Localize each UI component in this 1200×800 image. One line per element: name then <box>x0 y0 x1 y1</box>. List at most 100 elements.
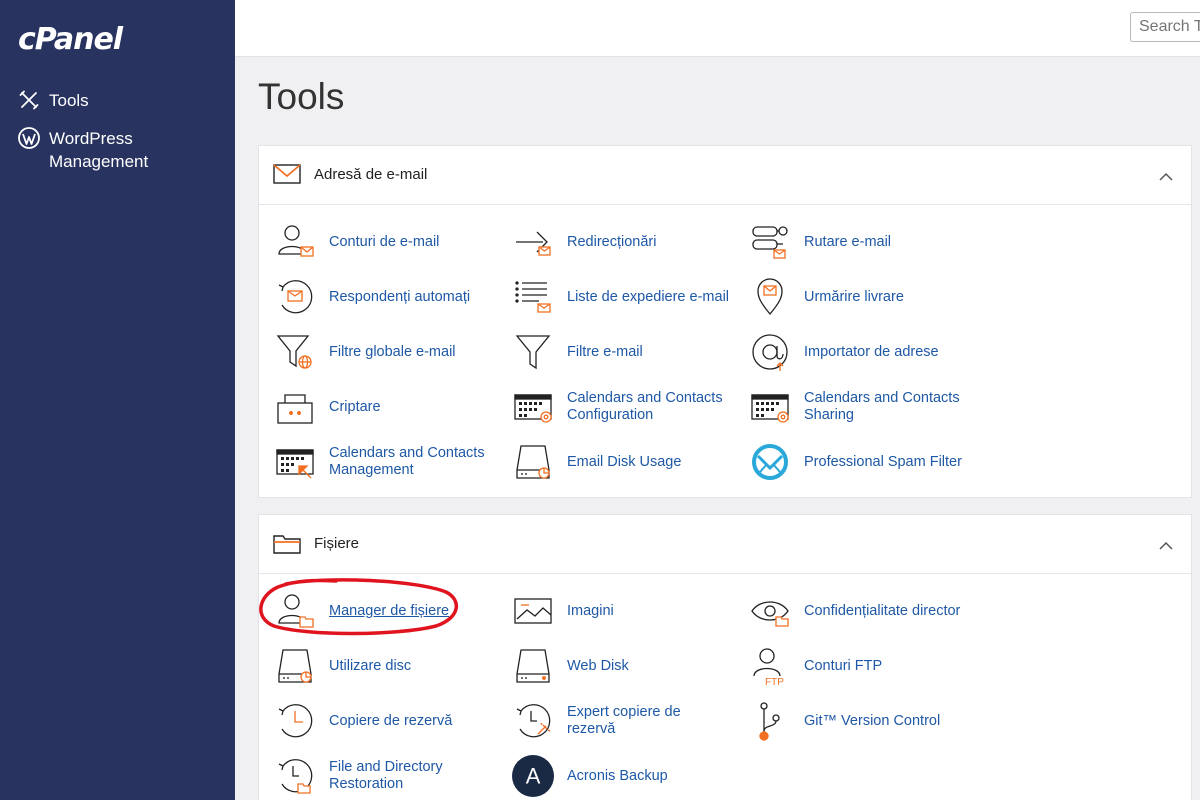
tools-icon <box>18 89 40 111</box>
email-disk-usage-icon <box>512 441 554 483</box>
tool-label: Urmărire livrare <box>804 288 904 305</box>
wordpress-icon <box>18 127 40 149</box>
tool-label: Filtre globale e-mail <box>329 343 456 360</box>
encryption-icon <box>274 386 316 428</box>
tool-autoresponders[interactable]: Respondenți automați <box>274 275 494 319</box>
mailing-lists-icon <box>512 276 554 318</box>
sidebar: cPanel Tools WordPress Management <box>0 0 235 800</box>
email-section: Adresă de e-mail Conturi de e-mail Redir… <box>258 145 1192 498</box>
autoresponders-icon <box>274 276 316 318</box>
sidebar-item-tools[interactable]: Tools <box>18 89 89 112</box>
ftp-icon-text: FTP <box>765 677 784 686</box>
tool-label: Calendars and Contacts Configuration <box>567 390 723 423</box>
chevron-up-icon[interactable] <box>1159 168 1173 186</box>
email-filters-icon <box>512 331 554 373</box>
tool-backup-wizard[interactable]: Expert copiere de rezervă <box>512 699 732 743</box>
sidebar-item-wordpress[interactable]: WordPress Management <box>18 127 218 173</box>
forwarders-icon <box>512 221 554 263</box>
envelope-icon <box>273 163 301 190</box>
sidebar-item-label: Tools <box>49 91 89 110</box>
calendar-config-icon <box>512 386 554 428</box>
tool-track-delivery[interactable]: Urmărire livrare <box>749 275 969 319</box>
tool-encryption[interactable]: Criptare <box>274 385 494 429</box>
tool-backup[interactable]: Copiere de rezervă <box>274 699 494 743</box>
tool-calendar-sharing[interactable]: Calendars and Contacts Sharing <box>749 385 969 429</box>
tool-label: Calendars and Contacts Sharing <box>804 390 960 423</box>
tool-label: Imagini <box>567 602 614 619</box>
calendar-sharing-icon <box>749 386 791 428</box>
web-disk-icon <box>512 645 554 687</box>
tool-mailing-lists[interactable]: Liste de expediere e-mail <box>512 275 732 319</box>
git-icon <box>749 700 791 742</box>
restoration-icon <box>274 755 316 797</box>
ftp-accounts-icon: FTP <box>749 645 791 687</box>
tool-disk-usage[interactable]: Utilizare disc <box>274 644 494 688</box>
images-icon <box>512 590 554 632</box>
tool-label: Utilizare disc <box>329 657 412 674</box>
tool-calendar-management[interactable]: Calendars and Contacts Management <box>274 440 494 484</box>
tool-directory-privacy[interactable]: Confidențialitate director <box>749 589 969 633</box>
top-bar <box>235 0 1200 57</box>
file-manager-icon <box>274 590 316 632</box>
tool-images[interactable]: Imagini <box>512 589 732 633</box>
email-routing-icon <box>749 221 791 263</box>
tool-file-manager[interactable]: Manager de fișiere <box>274 589 494 633</box>
email-section-header[interactable]: Adresă de e-mail <box>259 146 1191 205</box>
cpanel-logo[interactable]: cPanel <box>18 22 123 57</box>
tool-email-disk-usage[interactable]: Email Disk Usage <box>512 440 732 484</box>
tool-acronis-backup[interactable]: A Acronis Backup <box>512 754 732 798</box>
tool-label: Conturi de e-mail <box>329 233 440 250</box>
page-title: Tools <box>258 76 345 117</box>
tool-label: Professional Spam Filter <box>804 453 962 470</box>
tool-address-importer[interactable]: Importator de adrese <box>749 330 969 374</box>
tool-label: Email Disk Usage <box>567 453 682 470</box>
calendar-management-icon <box>274 441 316 483</box>
tool-email-filters[interactable]: Filtre e-mail <box>512 330 732 374</box>
global-filters-icon <box>274 331 316 373</box>
tool-label: Importator de adrese <box>804 343 939 360</box>
tool-label: Conturi FTP <box>804 657 883 674</box>
tool-label: Respondenți automați <box>329 288 471 305</box>
tool-label: Rutare e-mail <box>804 233 892 250</box>
files-section-header[interactable]: Fișiere <box>259 515 1191 574</box>
tool-label: Filtre e-mail <box>567 343 643 360</box>
tool-label: Liste de expediere e-mail <box>567 288 730 305</box>
section-title: Adresă de e-mail <box>314 166 428 183</box>
tool-label: Manager de fișiere <box>329 602 450 619</box>
tool-spam-filter[interactable]: Professional Spam Filter <box>749 440 969 484</box>
tool-global-filters[interactable]: Filtre globale e-mail <box>274 330 494 374</box>
email-accounts-icon <box>274 221 316 263</box>
tool-calendar-config[interactable]: Calendars and Contacts Configuration <box>512 385 732 429</box>
disk-usage-icon <box>274 645 316 687</box>
acronis-icon-text: A <box>526 763 541 788</box>
directory-privacy-icon <box>749 590 791 632</box>
chevron-up-icon[interactable] <box>1159 537 1173 555</box>
acronis-icon: A <box>512 755 554 797</box>
tool-label: Calendars and Contacts Management <box>329 445 485 478</box>
tool-forwarders[interactable]: Redirecționări <box>512 220 732 264</box>
track-delivery-icon <box>749 276 791 318</box>
tool-label: File and Directory Restoration <box>329 759 443 792</box>
tool-email-accounts[interactable]: Conturi de e-mail <box>274 220 494 264</box>
tool-ftp-accounts[interactable]: FTP Conturi FTP <box>749 644 969 688</box>
tool-label: Confidențialitate director <box>804 602 961 619</box>
tool-label: Redirecționări <box>567 233 657 250</box>
tool-label: Git™ Version Control <box>804 712 941 729</box>
sidebar-item-label: WordPress Management <box>49 129 149 171</box>
tool-git[interactable]: Git™ Version Control <box>749 699 969 743</box>
tool-label: Acronis Backup <box>567 767 668 784</box>
address-importer-icon <box>749 331 791 373</box>
search-input[interactable] <box>1130 12 1200 42</box>
tool-web-disk[interactable]: Web Disk <box>512 644 732 688</box>
files-section: Fișiere Manager de fișiere Imagini Confi… <box>258 514 1192 800</box>
section-title: Fișiere <box>314 535 360 552</box>
backup-icon <box>274 700 316 742</box>
spam-filter-icon <box>749 441 791 483</box>
tool-email-routing[interactable]: Rutare e-mail <box>749 220 969 264</box>
tool-restoration[interactable]: File and Directory Restoration <box>274 754 494 798</box>
folder-icon <box>273 532 301 559</box>
tool-label: Copiere de rezervă <box>329 712 453 729</box>
tool-label: Expert copiere de rezervă <box>567 704 681 737</box>
tool-label: Criptare <box>329 398 381 415</box>
backup-wizard-icon <box>512 700 554 742</box>
